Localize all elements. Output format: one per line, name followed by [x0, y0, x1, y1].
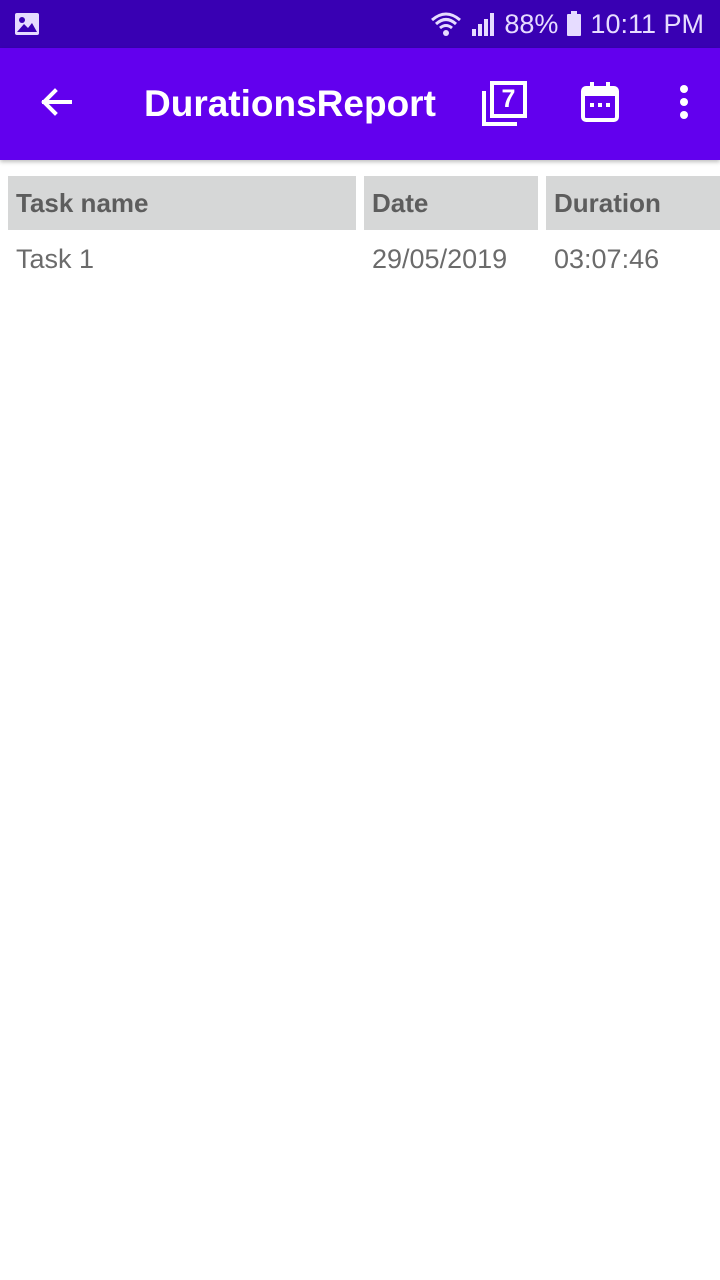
filter-7-icon: 7: [481, 81, 527, 127]
table-header-row: Task name Date Duration: [8, 176, 720, 230]
filter-days-button[interactable]: 7: [456, 48, 552, 160]
status-bar: 88% 10:11 PM: [0, 0, 720, 48]
more-vert-icon: [679, 84, 689, 125]
battery-icon: [566, 11, 582, 37]
header-task-name[interactable]: Task name: [8, 176, 356, 230]
page-title: DurationsReport: [144, 83, 436, 124]
durations-table: Task name Date Duration Task 1 29/05/201…: [8, 176, 720, 288]
wifi-icon: [430, 11, 462, 37]
app-bar: DurationsReport 7: [0, 48, 720, 160]
clock: 10:11 PM: [590, 8, 704, 39]
more-options-button[interactable]: [648, 48, 720, 160]
filter-number: 7: [501, 85, 516, 113]
table-row[interactable]: Task 1 29/05/2019 03:07:46: [8, 230, 720, 288]
header-duration[interactable]: Duration: [546, 176, 720, 230]
signal-icon: [470, 11, 496, 37]
gallery-notification-icon: [14, 12, 40, 36]
calendar-button[interactable]: [552, 48, 648, 160]
cell-date: 29/05/2019: [372, 243, 508, 274]
calendar-icon: [581, 81, 619, 127]
battery-percent: 88%: [504, 8, 559, 39]
arrow-back-icon: [38, 84, 74, 125]
cell-task-name: Task 1: [16, 243, 95, 274]
back-button[interactable]: [0, 48, 112, 160]
cell-duration: 03:07:46: [554, 243, 660, 274]
header-date[interactable]: Date: [364, 176, 538, 230]
